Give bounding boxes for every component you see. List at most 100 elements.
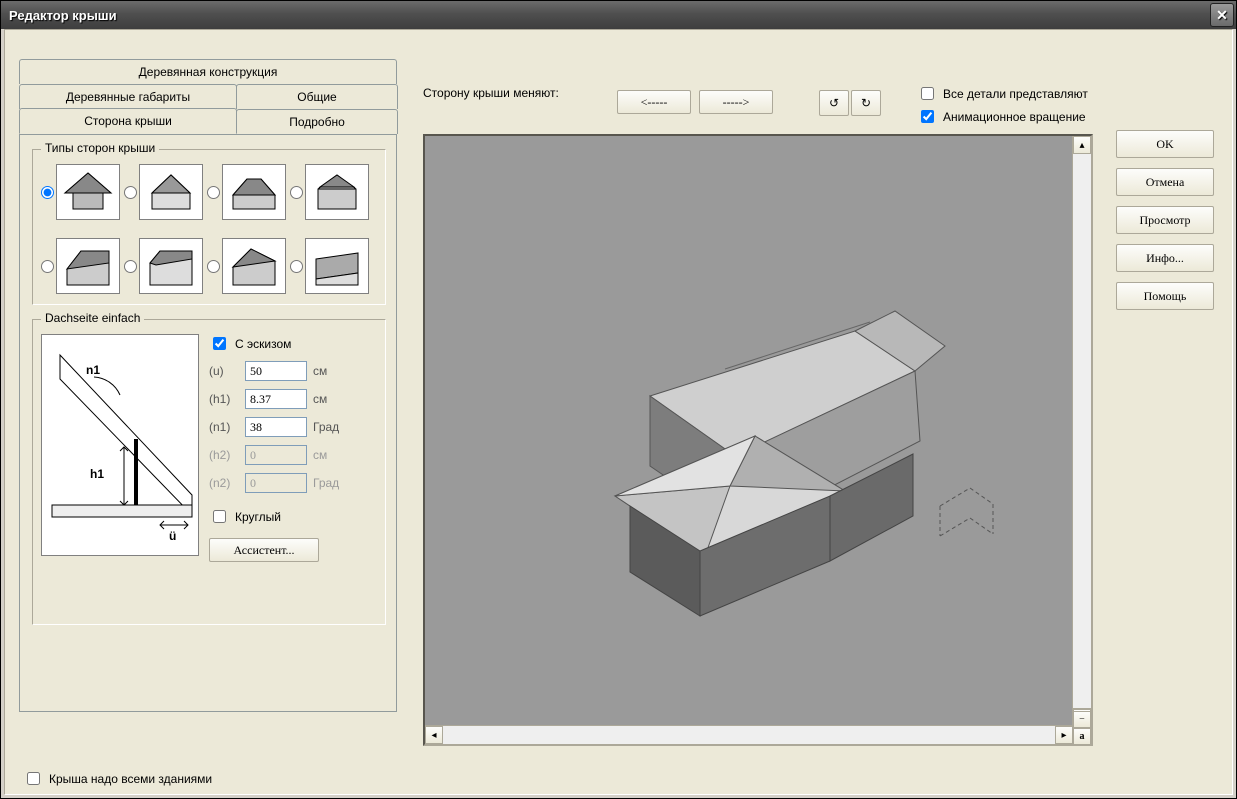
rotate-cw-button[interactable]: ↻ <box>851 90 881 116</box>
roof-type-3-radio[interactable] <box>207 186 220 199</box>
roof-type-7-radio[interactable] <box>207 260 220 273</box>
h1-input[interactable] <box>245 389 307 409</box>
hscroll-track[interactable] <box>443 726 1055 744</box>
with-sketch-input[interactable] <box>213 337 226 350</box>
scroll-right-button[interactable]: ▸ <box>1055 726 1073 744</box>
next-side-button[interactable]: -----> <box>699 90 773 114</box>
n1-unit: Град <box>313 420 339 434</box>
roof-over-all-checkbox[interactable]: Крыша надо всеми зданиями <box>23 769 212 788</box>
roof-type-2-icon <box>139 164 203 220</box>
side-nav: <----- -----> <box>617 90 773 114</box>
roof-type-5-icon <box>56 238 120 294</box>
roof-type-6-icon <box>139 238 203 294</box>
tab-roof-side[interactable]: Сторона крыши <box>19 108 237 134</box>
h1-label: (h1) <box>209 392 239 406</box>
rotate-buttons: ↺ ↻ <box>819 90 881 116</box>
h2-unit: см <box>313 448 327 462</box>
tab-wood-dims[interactable]: Деревянные габариты <box>19 84 237 109</box>
help-button[interactable]: Помощь <box>1116 282 1214 310</box>
ok-button[interactable]: OK <box>1116 130 1214 158</box>
roof-type-7-icon <box>222 238 286 294</box>
scroll-up-button[interactable]: ▴ <box>1073 136 1091 154</box>
roof-type-3-icon <box>222 164 286 220</box>
roof-type-4-radio[interactable] <box>290 186 303 199</box>
roof-type-4-icon <box>305 164 369 220</box>
roof-type-1[interactable] <box>41 164 120 220</box>
n1-input[interactable] <box>245 417 307 437</box>
info-button[interactable]: Инфо... <box>1116 244 1214 272</box>
close-icon: ✕ <box>1216 7 1228 24</box>
rotate-ccw-button[interactable]: ↺ <box>819 90 849 116</box>
tab-wood-construction[interactable]: Деревянная конструкция <box>19 59 397 84</box>
group-simple-side-legend: Dachseite einfach <box>41 311 144 325</box>
show-all-details-checkbox[interactable]: Все детали представляют <box>917 84 1088 103</box>
viewport-corner-buttons: − a <box>1073 711 1092 745</box>
h2-input <box>245 445 307 465</box>
assistant-button[interactable]: Ассистент... <box>209 538 319 562</box>
roof-type-2-radio[interactable] <box>124 186 137 199</box>
animation-rotation-input[interactable] <box>921 110 934 123</box>
tab-detailed[interactable]: Подробно <box>236 109 398 134</box>
rotate-cw-icon: ↻ <box>861 96 871 110</box>
round-checkbox[interactable]: Круглый <box>209 507 377 526</box>
roof-type-3[interactable] <box>207 164 286 220</box>
sketch-n1-label: n1 <box>86 363 100 377</box>
h2-label: (h2) <box>209 448 239 462</box>
vscroll-track[interactable] <box>1073 154 1091 708</box>
roof-type-8-radio[interactable] <box>290 260 303 273</box>
cancel-button[interactable]: Отмена <box>1116 168 1214 196</box>
roof-type-8[interactable] <box>290 238 369 294</box>
n2-unit: Град <box>313 476 339 490</box>
tab-control: Деревянная конструкция Деревянные габари… <box>19 58 397 712</box>
tab-general[interactable]: Общие <box>236 84 398 109</box>
with-sketch-checkbox[interactable]: С эскизом <box>209 334 377 353</box>
scroll-left-button[interactable]: ◂ <box>425 726 443 744</box>
group-simple-side: Dachseite einfach <box>32 319 386 625</box>
close-button[interactable]: ✕ <box>1210 3 1234 27</box>
viewport-vscroll[interactable]: ▴ ▾ <box>1072 136 1091 726</box>
u-unit: см <box>313 364 327 378</box>
preview-options: Все детали представляют Анимационное вра… <box>917 84 1088 126</box>
roof-type-1-icon <box>56 164 120 220</box>
roof-type-8-icon <box>305 238 369 294</box>
change-side-label: Сторону крыши меняют: <box>423 86 563 101</box>
animation-rotation-checkbox[interactable]: Анимационное вращение <box>917 107 1088 126</box>
sketch-panel: n1 h1 ü <box>41 334 199 556</box>
show-all-details-input[interactable] <box>921 87 934 100</box>
roof-type-grid <box>41 164 377 294</box>
dialog-actions: OK Отмена Просмотр Инфо... Помощь <box>1116 130 1214 310</box>
group-roof-types-legend: Типы сторон крыши <box>41 141 159 155</box>
u-label: (u) <box>209 364 239 378</box>
roof-type-1-radio[interactable] <box>41 186 54 199</box>
window-title: Редактор крыши <box>9 8 1210 23</box>
viewport-hscroll[interactable]: ◂ ▸ <box>425 725 1073 744</box>
titlebar[interactable]: Редактор крыши ✕ <box>1 1 1236 29</box>
roof-type-4[interactable] <box>290 164 369 220</box>
round-input[interactable] <box>213 510 226 523</box>
sketch-u-label: ü <box>169 529 176 543</box>
n2-label: (n2) <box>209 476 239 490</box>
rotate-ccw-icon: ↺ <box>829 96 839 110</box>
roof-type-5[interactable] <box>41 238 120 294</box>
prev-side-button[interactable]: <----- <box>617 90 691 114</box>
roof-type-2[interactable] <box>124 164 203 220</box>
simple-side-props: n1 h1 ü С эскизом (u) <box>41 334 377 562</box>
preview-viewport[interactable] <box>425 136 1073 726</box>
roof-type-5-radio[interactable] <box>41 260 54 273</box>
n2-input <box>245 473 307 493</box>
zoom-all-button[interactable]: a <box>1073 728 1091 745</box>
roof-over-all-input[interactable] <box>27 772 40 785</box>
roof-type-6-radio[interactable] <box>124 260 137 273</box>
roof-type-6[interactable] <box>124 238 203 294</box>
h1-unit: см <box>313 392 327 406</box>
roof-editor-window: Редактор крыши ✕ Деревянная конструкция … <box>0 0 1237 799</box>
preview-button[interactable]: Просмотр <box>1116 206 1214 234</box>
zoom-out-button[interactable]: − <box>1073 711 1091 728</box>
group-roof-types: Типы сторон крыши <box>32 149 386 305</box>
roof-type-7[interactable] <box>207 238 286 294</box>
preview-viewport-frame: ▴ ▾ ◂ ▸ + − a <box>423 134 1093 746</box>
u-input[interactable] <box>245 361 307 381</box>
roof-3d-icon <box>425 136 1073 726</box>
sketch-h1-label: h1 <box>90 467 104 481</box>
dialog-client: Деревянная конструкция Деревянные габари… <box>4 29 1233 795</box>
